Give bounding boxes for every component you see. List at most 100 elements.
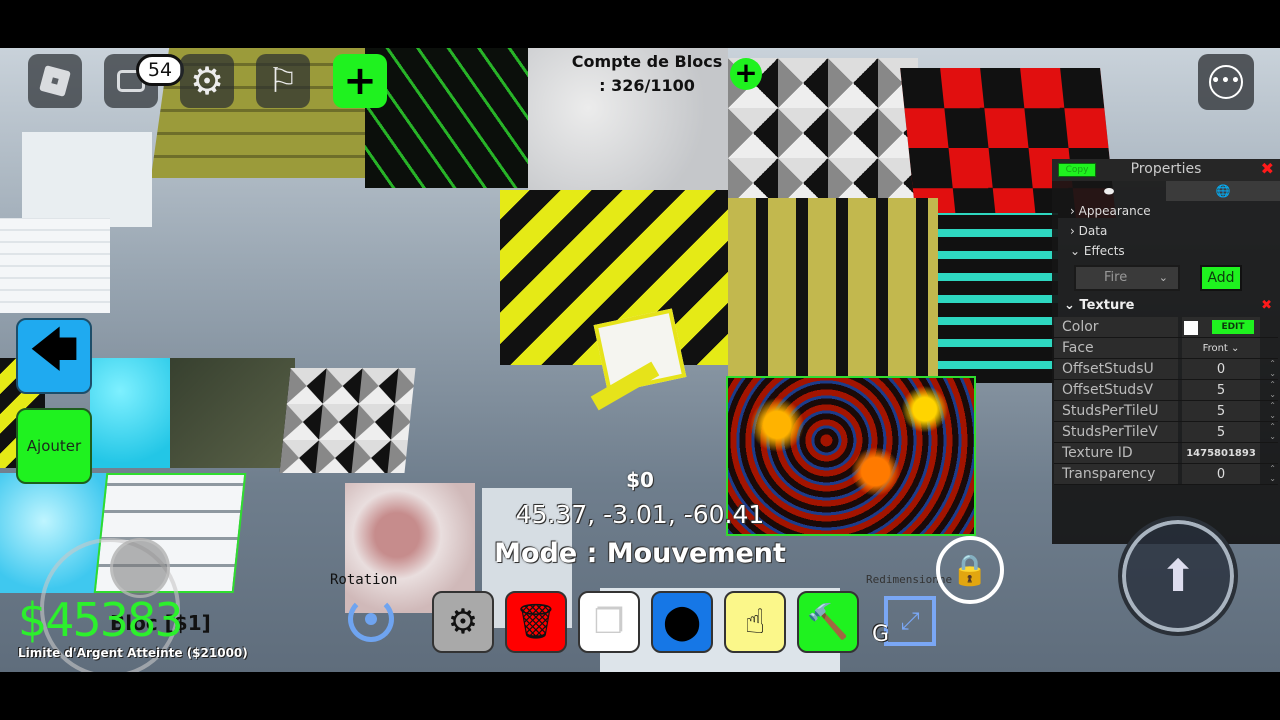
prop-row-face: Face Front ⌄	[1054, 338, 1278, 359]
tool-settings-button[interactable]: ⚙	[432, 591, 494, 653]
location-pin-icon: ⬤	[662, 602, 702, 642]
flag-icon: ⚐	[267, 61, 299, 101]
section-appearance[interactable]: › Appearance	[1052, 201, 1280, 221]
tool-select-button[interactable]: ☝	[724, 591, 786, 653]
face-value: Front	[1202, 343, 1228, 354]
letterbox-bottom	[0, 672, 1280, 720]
prop-row-color: Color EDIT	[1054, 317, 1278, 338]
trash-icon: 🗑	[514, 602, 558, 642]
offset-u-input[interactable]: 0 ⌃ ⌄	[1182, 359, 1276, 379]
transparency-input[interactable]: 0 ⌃ ⌄	[1182, 464, 1276, 484]
tab-part[interactable]: ⬬	[1052, 181, 1166, 201]
joystick-thumb[interactable]	[110, 538, 170, 598]
roblox-menu-icon	[39, 65, 71, 97]
resize-keybind: G	[872, 622, 890, 647]
tool-copy-button[interactable]: ❐	[578, 591, 640, 653]
placement-cost: $0	[626, 468, 654, 492]
prop-name: OffsetStudsU	[1054, 359, 1178, 379]
ajouter-button[interactable]: Ajouter	[16, 408, 92, 484]
tool-move-button[interactable]: ⬤	[651, 591, 713, 653]
block-count-value: : 326/1100	[599, 76, 695, 95]
properties-header: Copy Properties ✖	[1052, 159, 1280, 181]
globe-icon: 🌐	[1215, 184, 1231, 198]
texture-header-label: Texture	[1079, 298, 1135, 313]
chevron-right-icon: ›	[1070, 224, 1075, 238]
texture-header[interactable]: ⌄ Texture ✖	[1052, 295, 1280, 317]
studs-u-input[interactable]: 5 ⌃ ⌄	[1182, 401, 1276, 421]
gear-icon: ⚙	[447, 602, 479, 642]
spinner-icon[interactable]: ⌃ ⌄	[1269, 464, 1276, 484]
back-button[interactable]: 🡄	[16, 318, 92, 394]
gear-icon: ⚙	[189, 59, 225, 103]
add-effect-button[interactable]: Add	[1200, 265, 1242, 291]
roblox-menu-button[interactable]	[28, 54, 82, 108]
prop-value: 5	[1216, 404, 1226, 419]
copy-icon: ❐	[593, 602, 625, 642]
prop-value: 5	[1216, 383, 1226, 398]
block-count: Compte de Blocs : 326/1100	[562, 50, 732, 98]
texture-id-input[interactable]: 1475801893	[1182, 443, 1260, 463]
chevron-down-icon: ⌄	[1070, 244, 1081, 258]
offset-v-input[interactable]: 5 ⌃ ⌄	[1182, 380, 1276, 400]
prop-row-offset-u: OffsetStudsU 0 ⌃ ⌄	[1054, 359, 1278, 380]
effect-select[interactable]: Fire ⌄	[1074, 265, 1180, 291]
mode-label: Mode : Mouvement	[494, 538, 786, 569]
letterbox-top	[0, 0, 1280, 48]
spinner-icon[interactable]: ⌃ ⌄	[1269, 401, 1276, 421]
lock-icon: 🔒	[951, 552, 989, 588]
prop-name: OffsetStudsV	[1054, 380, 1178, 400]
plus-icon: +	[734, 56, 758, 89]
spinner-icon[interactable]: ⌃ ⌄	[1269, 380, 1276, 400]
resize-button[interactable]: ⤢	[884, 596, 936, 646]
section-label: Data	[1078, 224, 1108, 238]
color-swatch[interactable]	[1184, 321, 1198, 335]
money-balance: $45383	[18, 593, 184, 647]
section-data[interactable]: › Data	[1052, 221, 1280, 241]
white-striped-tile	[0, 218, 110, 313]
properties-title: Properties	[1130, 161, 1202, 177]
rotation-label: Rotation	[330, 572, 398, 588]
jump-button[interactable]: ⬆	[1118, 516, 1238, 636]
prop-row-texture-id: Texture ID 1475801893	[1054, 443, 1278, 464]
studs-v-input[interactable]: 5 ⌃ ⌄	[1182, 422, 1276, 442]
delete-texture-icon[interactable]: ✖	[1261, 295, 1272, 317]
flag-button[interactable]: ⚐	[256, 54, 310, 108]
triangle-tile-2	[279, 368, 416, 473]
effect-select-value: Fire	[1104, 270, 1128, 285]
game-viewport[interactable]: 54 ⚙ ⚐ + Compte de Blocs : 326/1100 + ••…	[0, 48, 1280, 672]
prop-value: 0	[1216, 467, 1226, 482]
olive-plank-tile	[728, 198, 938, 378]
effects-row: Fire ⌄ Add	[1052, 261, 1280, 295]
rotation-button[interactable]	[348, 596, 394, 642]
block-add-button[interactable]: +	[730, 58, 762, 90]
tool-delete-button[interactable]: 🗑	[505, 591, 567, 653]
spinner-icon[interactable]: ⌃ ⌄	[1269, 422, 1276, 442]
edit-color-button[interactable]: EDIT	[1212, 320, 1254, 334]
add-button[interactable]: +	[333, 54, 387, 108]
prop-name: Face	[1054, 338, 1178, 358]
section-label: Effects	[1083, 244, 1125, 258]
part-icon: ⬬	[1103, 184, 1115, 198]
pointer-hand-icon: ☝	[744, 602, 766, 642]
chevron-down-icon: ⌄	[1158, 271, 1168, 284]
more-options-button[interactable]: •••	[1198, 54, 1254, 110]
face-select[interactable]: Front ⌄	[1182, 338, 1260, 358]
prop-value: EDIT	[1182, 317, 1260, 337]
prop-value: 5	[1216, 425, 1226, 440]
section-label: Appearance	[1078, 204, 1151, 218]
settings-button[interactable]: ⚙	[180, 54, 234, 108]
prop-row-offset-v: OffsetStudsV 5 ⌃ ⌄	[1054, 380, 1278, 401]
money-limit-text: Limite d'Argent Atteinte ($21000)	[18, 646, 248, 660]
prop-value: 0	[1216, 362, 1226, 377]
chevron-down-icon: ⌄	[1064, 298, 1080, 313]
lock-button[interactable]: 🔒	[936, 536, 1004, 604]
section-effects[interactable]: ⌄ Effects	[1052, 241, 1280, 261]
arrow-left-icon: 🡄	[29, 321, 79, 378]
prop-name: Transparency	[1054, 464, 1178, 484]
spinner-icon[interactable]: ⌃ ⌄	[1269, 359, 1276, 379]
tab-globe[interactable]: 🌐	[1166, 181, 1280, 201]
prop-name: StudsPerTileV	[1054, 422, 1178, 442]
tool-build-button[interactable]: 🔨	[797, 591, 859, 653]
white-tile	[22, 132, 152, 227]
close-icon[interactable]: ✖	[1261, 159, 1274, 178]
